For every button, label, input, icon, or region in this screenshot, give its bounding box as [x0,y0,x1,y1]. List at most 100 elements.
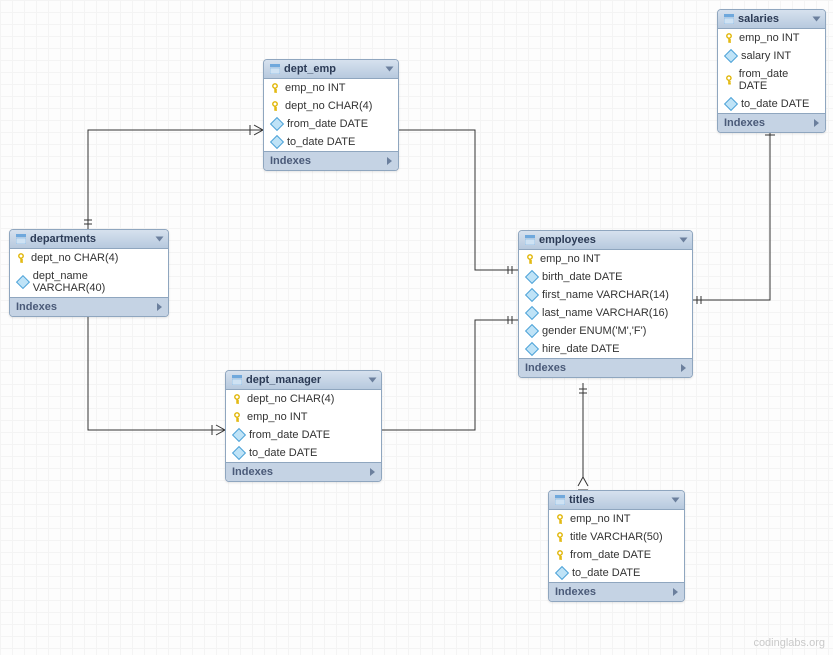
collapse-icon[interactable] [672,498,680,503]
column-text: dept_name VARCHAR(40) [33,270,160,294]
table-header[interactable]: employees [519,231,692,250]
column-text: from_date DATE [570,549,651,561]
collapse-icon[interactable] [813,17,821,22]
column[interactable]: salary INT [718,47,825,65]
indexes-label: Indexes [16,301,57,313]
indexes-label: Indexes [232,466,273,478]
column-text: emp_no INT [285,82,346,94]
diamond-icon [232,428,246,442]
column-text: gender ENUM('M','F') [542,325,646,337]
column-text: birth_date DATE [542,271,623,283]
table-titles[interactable]: titles emp_no INT title VARCHAR(50) from_d… [548,490,685,602]
column-text: emp_no INT [540,253,601,265]
column[interactable]: from_date DATE [226,426,381,444]
indexes-row[interactable]: Indexes [519,358,692,377]
column[interactable]: dept_no CHAR(4) [226,390,381,408]
collapse-icon[interactable] [369,378,377,383]
column-text: from_date DATE [249,429,330,441]
column-text: last_name VARCHAR(16) [542,307,668,319]
column-text: dept_no CHAR(4) [31,252,118,264]
column[interactable]: to_date DATE [549,564,684,582]
diamond-icon [270,135,284,149]
table-icon [724,14,734,24]
indexes-row[interactable]: Indexes [226,462,381,481]
column[interactable]: emp_no INT [519,250,692,268]
column[interactable]: from_date DATE [718,65,825,95]
expand-icon [370,468,375,476]
column[interactable]: emp_no INT [549,510,684,528]
column[interactable]: gender ENUM('M','F') [519,322,692,340]
table-departments[interactable]: departments dept_no CHAR(4) dept_name VAR… [9,229,169,317]
table-icon [270,64,280,74]
column-text: emp_no INT [247,411,308,423]
table-title: salaries [738,13,779,25]
diamond-icon [525,324,539,338]
table-columns: emp_no INT birth_date DATE first_name VARC… [519,250,692,358]
indexes-label: Indexes [270,155,311,167]
column-text: to_date DATE [572,567,640,579]
column[interactable]: dept_no CHAR(4) [10,249,168,267]
diamond-icon [16,275,30,289]
column[interactable]: from_date DATE [264,115,398,133]
table-title: dept_manager [246,374,321,386]
table-columns: dept_no CHAR(4) emp_no INT from_date DATE t… [226,390,381,462]
column[interactable]: to_date DATE [718,95,825,113]
indexes-row[interactable]: Indexes [264,151,398,170]
expand-icon [157,303,162,311]
column[interactable]: first_name VARCHAR(14) [519,286,692,304]
column[interactable]: hire_date DATE [519,340,692,358]
table-title: employees [539,234,596,246]
column-text: first_name VARCHAR(14) [542,289,669,301]
watermark: codinglabs.org [753,637,825,649]
column[interactable]: dept_name VARCHAR(40) [10,267,168,297]
table-dept-emp[interactable]: dept_emp emp_no INT dept_no CHAR(4) from_d… [263,59,399,171]
table-columns: emp_no INT title VARCHAR(50) from_date DAT… [549,510,684,582]
column[interactable]: title VARCHAR(50) [549,528,684,546]
column-text: salary INT [741,50,791,62]
column-text: to_date DATE [741,98,809,110]
table-title: departments [30,233,96,245]
column[interactable]: emp_no INT [226,408,381,426]
column[interactable]: last_name VARCHAR(16) [519,304,692,322]
column-text: to_date DATE [287,136,355,148]
table-header[interactable]: salaries [718,10,825,29]
column[interactable]: to_date DATE [226,444,381,462]
column[interactable]: emp_no INT [264,79,398,97]
table-columns: emp_no INT dept_no CHAR(4) from_date DATE t… [264,79,398,151]
table-salaries[interactable]: salaries emp_no INT salary INT from_date D… [717,9,826,133]
diamond-icon [525,306,539,320]
table-employees[interactable]: employees emp_no INT birth_date DATE first… [518,230,693,378]
collapse-icon[interactable] [386,67,394,72]
indexes-label: Indexes [724,117,765,129]
indexes-row[interactable]: Indexes [718,113,825,132]
column-text: from_date DATE [287,118,368,130]
column-text: dept_no CHAR(4) [247,393,334,405]
column[interactable]: from_date DATE [549,546,684,564]
table-header[interactable]: titles [549,491,684,510]
diamond-icon [270,117,284,131]
table-header[interactable]: dept_emp [264,60,398,79]
diamond-icon [525,342,539,356]
table-icon [555,495,565,505]
table-header[interactable]: departments [10,230,168,249]
diamond-icon [525,288,539,302]
table-title: dept_emp [284,63,336,75]
table-header[interactable]: dept_manager [226,371,381,390]
column[interactable]: dept_no CHAR(4) [264,97,398,115]
collapse-icon[interactable] [156,237,164,242]
expand-icon [681,364,686,372]
column-text: to_date DATE [249,447,317,459]
indexes-row[interactable]: Indexes [10,297,168,316]
column-text: title VARCHAR(50) [570,531,663,543]
erd-connectors [0,0,833,655]
collapse-icon[interactable] [680,238,688,243]
table-icon [16,234,26,244]
column[interactable]: to_date DATE [264,133,398,151]
indexes-row[interactable]: Indexes [549,582,684,601]
column[interactable]: emp_no INT [718,29,825,47]
column-text: emp_no INT [739,32,800,44]
column[interactable]: birth_date DATE [519,268,692,286]
table-dept-manager[interactable]: dept_manager dept_no CHAR(4) emp_no INT fr… [225,370,382,482]
diamond-icon [232,446,246,460]
diamond-icon [525,270,539,284]
